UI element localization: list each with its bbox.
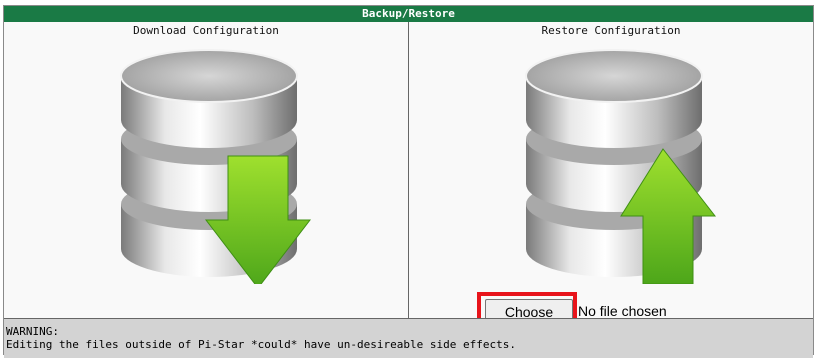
restore-configuration-cell: Restore Configuration Choose No file cho…: [409, 22, 813, 342]
backup-restore-panel: Backup/Restore Download Configuration Re…: [3, 5, 814, 358]
restore-configuration-label: Restore Configuration: [541, 24, 681, 37]
download-configuration-label: Download Configuration: [133, 24, 279, 37]
database-download-icon[interactable]: [116, 44, 326, 284]
panel-title: Backup/Restore: [4, 6, 813, 22]
warning-text: Editing the files outside of Pi-Star *co…: [6, 338, 516, 351]
warning-heading: WARNING:: [6, 325, 59, 338]
download-configuration-cell: Download Configuration: [4, 22, 409, 318]
warning-box: WARNING: Editing the files outside of Pi…: [4, 318, 813, 358]
database-upload-icon: [525, 49, 717, 284]
